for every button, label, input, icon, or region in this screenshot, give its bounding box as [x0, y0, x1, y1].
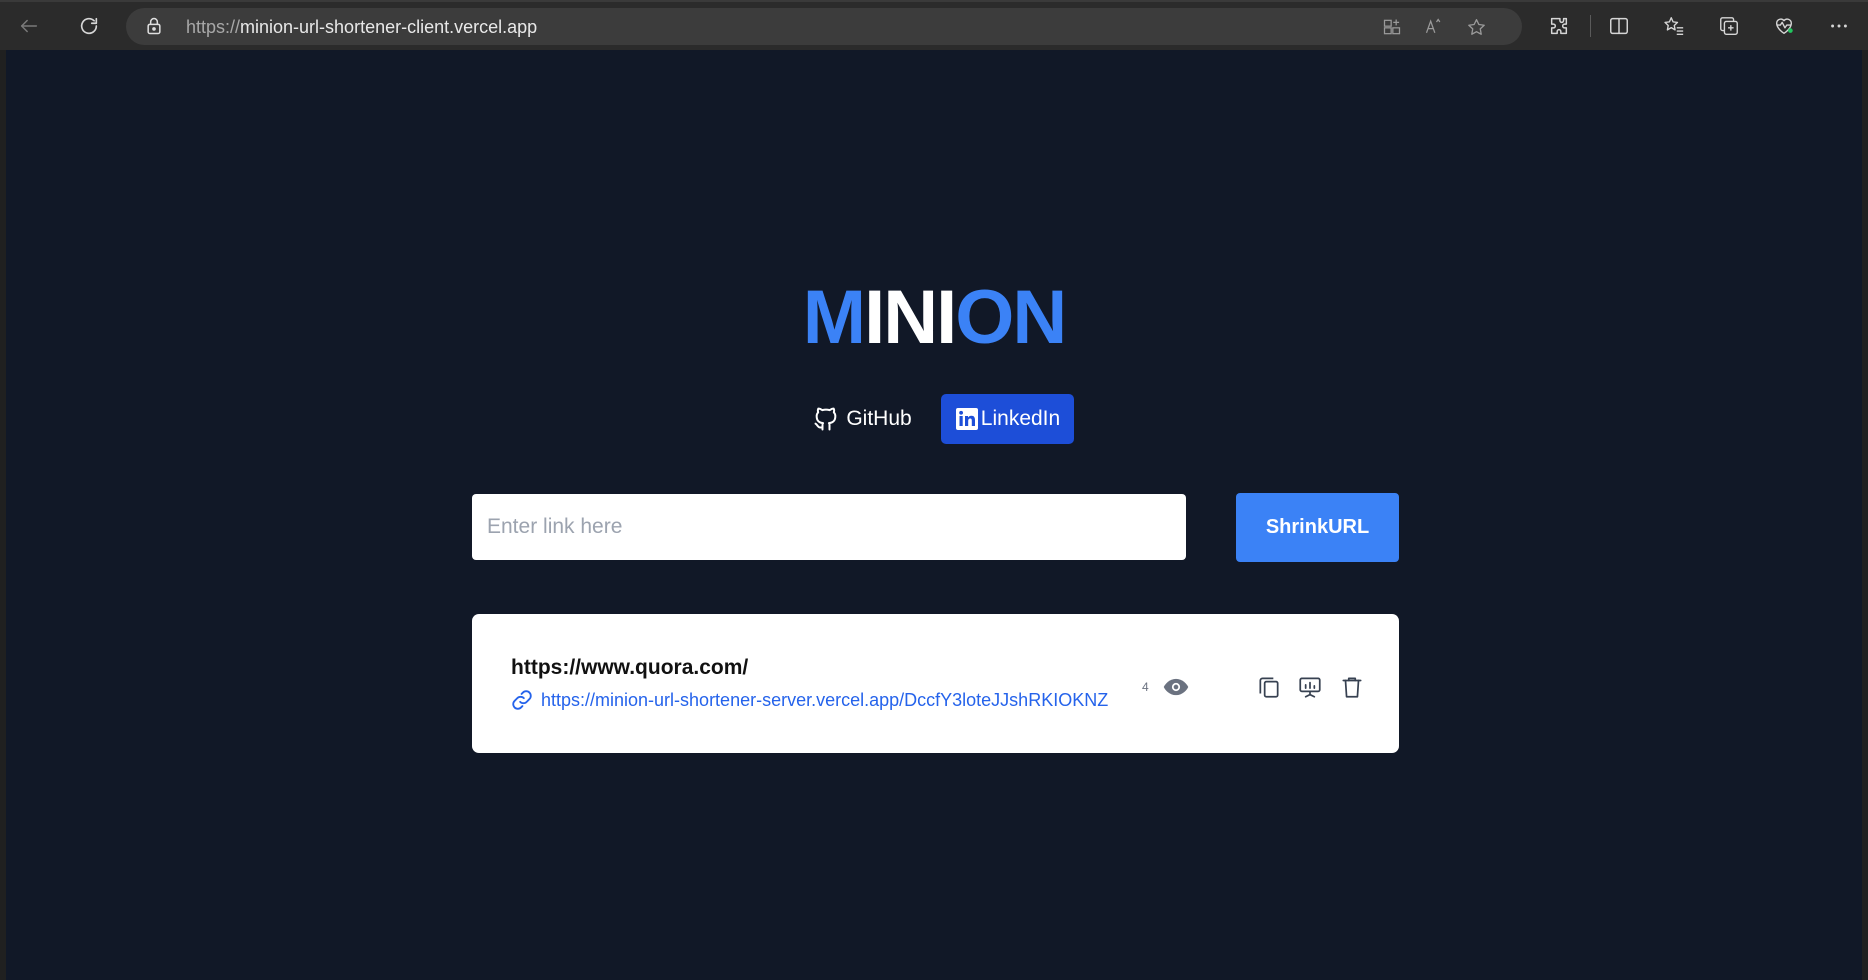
link-icon — [512, 690, 532, 710]
more-icon[interactable] — [1820, 7, 1858, 45]
lock-icon[interactable] — [144, 16, 164, 36]
app-logo: MINION — [6, 280, 1862, 356]
result-card: https://www.quora.com/ https://minion-ur… — [472, 614, 1399, 753]
logo-part-on: ON — [955, 275, 1067, 360]
extensions-icon[interactable] — [1540, 7, 1578, 45]
short-url-text: https://minion-url-shortener-server.verc… — [541, 689, 1109, 710]
back-icon[interactable] — [10, 7, 48, 45]
qr-presentation-icon[interactable] — [1295, 672, 1325, 702]
github-icon — [814, 407, 837, 431]
address-bar[interactable]: https://minion-url-shortener-client.verc… — [126, 8, 1522, 45]
social-links: GitHub LinkedIn — [806, 394, 1086, 444]
copy-icon[interactable] — [1254, 672, 1284, 702]
github-link[interactable]: GitHub — [806, 394, 918, 444]
toolbar-divider — [1590, 15, 1591, 37]
read-aloud-icon[interactable] — [1422, 15, 1446, 39]
github-label: GitHub — [846, 407, 912, 430]
logo-part-m: M — [802, 275, 866, 360]
split-screen-icon[interactable] — [1600, 7, 1638, 45]
eye-icon — [1163, 678, 1189, 696]
collections-icon[interactable] — [1710, 7, 1748, 45]
shrink-url-button[interactable]: ShrinkURL — [1236, 493, 1399, 562]
link-input[interactable] — [472, 494, 1186, 560]
visit-count: 4 — [1142, 680, 1149, 694]
app-grid-icon[interactable] — [1380, 15, 1404, 39]
delete-icon[interactable] — [1337, 672, 1367, 702]
tab-strip — [0, 0, 1868, 2]
logo-part-ini: INI — [864, 275, 957, 360]
url-scheme: https:// — [186, 17, 241, 37]
short-url-link[interactable]: https://minion-url-shortener-server.verc… — [511, 689, 1108, 711]
linkedin-link[interactable]: LinkedIn — [941, 394, 1074, 444]
url-host: minion-url-shortener-client.vercel.app — [240, 17, 538, 37]
linkedin-label: LinkedIn — [980, 407, 1061, 430]
linkedin-icon — [955, 408, 978, 430]
browser-toolbar: https://minion-url-shortener-client.verc… — [0, 0, 1868, 50]
page-content: MINION GitHub LinkedIn ShrinkURL https:/… — [6, 50, 1862, 980]
original-url: https://www.quora.com/ — [511, 656, 749, 679]
refresh-icon[interactable] — [70, 7, 108, 45]
favorites-icon[interactable] — [1655, 7, 1693, 45]
browser-essentials-icon[interactable] — [1765, 7, 1803, 45]
url-text[interactable]: https://minion-url-shortener-client.verc… — [186, 17, 537, 38]
favorite-star-icon[interactable] — [1464, 15, 1488, 39]
